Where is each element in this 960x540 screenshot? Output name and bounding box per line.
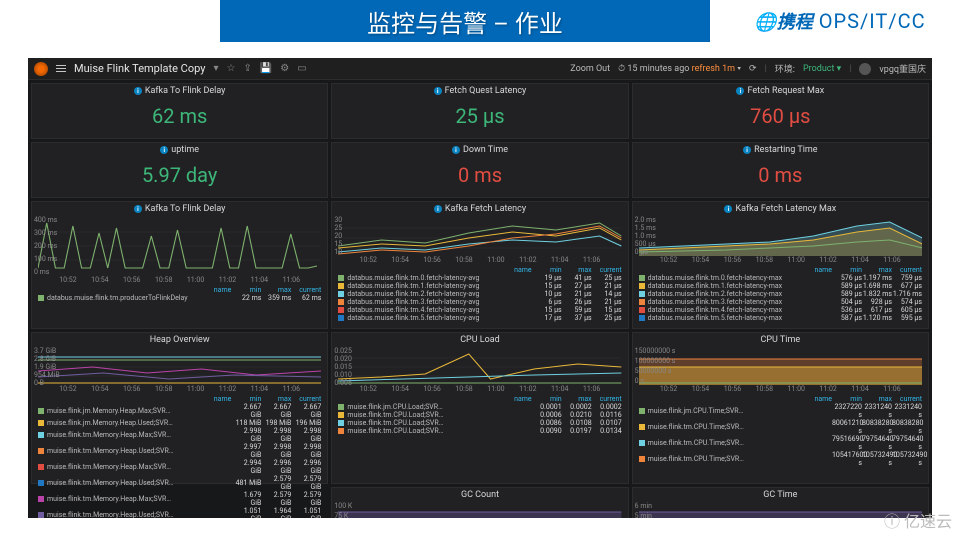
info-icon: i <box>724 205 732 213</box>
chart-fetch-max[interactable]: iKafka Fetch Latency Max 2.0 ms1.5 ms1.0… <box>632 201 929 329</box>
brand-area: 🌐携程 OPS/IT/CC <box>720 8 960 34</box>
dashboard-title[interactable]: Muise Flink Template Copy <box>74 62 205 75</box>
chart-fetch-latency[interactable]: iKafka Fetch Latency 3025201510 10:5210:… <box>331 201 628 329</box>
cpu-time-chart <box>639 349 922 385</box>
user-name: vpgq董国庆 <box>879 62 926 75</box>
menu-icon[interactable] <box>56 65 66 72</box>
gc-time-chart <box>639 504 922 518</box>
y-axis: 6 min5 min3 min2 min <box>635 502 652 518</box>
x-axis: 10:5210:5410:5610:5811:0011:0211:0411:06 <box>332 385 627 393</box>
share-icon[interactable]: ⇪ <box>243 63 251 74</box>
panel-fetch-max[interactable]: iFetch Request Max 760 µs <box>632 83 929 139</box>
grafana-dashboard: Muise Flink Template Copy ▾ ☆ ⇪ 💾 ⚙ ▭ Zo… <box>28 58 932 518</box>
y-axis: 0.0250.0200.0150.0100.005 <box>334 347 352 385</box>
x-axis: 10:5210:5410:5610:5811:0011:0211:0411:06 <box>633 256 928 264</box>
star-icon[interactable]: ☆ <box>226 63 235 74</box>
gc-count-chart <box>338 504 621 518</box>
legend: nameminmaxcurrentmuise.flink.jm.CPU.Load… <box>332 393 627 437</box>
x-axis: 10:5210:5410:5610:5811:0011:0211:0411:06 <box>633 385 928 393</box>
info-icon: i <box>134 87 142 95</box>
uptime-value: 5.97 day <box>32 157 327 193</box>
y-axis: 150000000 s100000000 s50000000 s0 s <box>635 347 676 385</box>
ops-label: OPS/IT/CC <box>819 9 926 33</box>
cpu-load-chart <box>338 349 621 385</box>
info-icon: i <box>434 87 442 95</box>
info-icon: i <box>736 87 744 95</box>
env-label: 环境: <box>775 62 795 75</box>
grafana-logo-icon[interactable] <box>34 62 48 76</box>
panel-downtime[interactable]: iDown Time 0 ms <box>331 142 628 198</box>
time-range[interactable]: ⏱ 15 minutes ago refresh 1m ▾ <box>618 64 741 74</box>
save-icon[interactable]: 💾 <box>260 63 272 74</box>
top-bar: Muise Flink Template Copy ▾ ☆ ⇪ 💾 ⚙ ▭ Zo… <box>28 58 932 80</box>
info-icon: i <box>434 205 442 213</box>
panel-uptime[interactable]: iuptime 5.97 day <box>31 142 328 198</box>
panel-kafka-delay[interactable]: iKafka To Flink Delay 62 ms <box>31 83 328 139</box>
kafka-delay-value: 62 ms <box>32 98 327 134</box>
info-icon: i <box>160 146 168 154</box>
fetch-latency-value: 25 µs <box>332 98 627 134</box>
panel-restarting[interactable]: iRestarting Time 0 ms <box>632 142 929 198</box>
x-axis: 10:5210:5410:5610:5811:0011:0211:0411:06 <box>332 256 627 264</box>
info-icon: i <box>743 146 751 154</box>
y-axis: 3.7 GiB2.8 GiB1.9 GiB954 MiB0 B <box>34 347 60 385</box>
y-axis: 100 K75 K50 K25 K <box>334 502 352 518</box>
refresh-icon[interactable]: ⟳ <box>749 64 757 74</box>
legend: nameminmaxcurrentmuise.flink.jm.CPU.Time… <box>633 393 928 469</box>
downtime-value: 0 ms <box>332 157 627 193</box>
multi-line-chart <box>338 218 621 256</box>
info-icon: i <box>134 205 142 213</box>
env-picker[interactable]: Product ▾ <box>803 64 841 74</box>
settings-icon[interactable]: ⚙ <box>280 63 289 74</box>
legend: nameminmaxcurrentdatabus.muise.flink.tm.… <box>633 264 928 324</box>
legend: nameminmaxcurrentmuise.flink.jm.Memory.H… <box>32 393 327 518</box>
y-axis: 2.0 ms1.5 ms1.0 ms500 µs0 µs <box>635 216 656 256</box>
y-axis: 3025201510 <box>334 216 342 256</box>
panel-fetch-latency[interactable]: iFetch Quest Latency 25 µs <box>331 83 628 139</box>
legend: nameminmaxcurrentdatabus.muise.flink.tm.… <box>332 264 627 324</box>
chart-kafka-delay[interactable]: iKafka To Flink Delay 400 ms300 ms200 ms… <box>31 201 328 329</box>
chart-gc-count[interactable]: GC Count 100 K75 K50 K25 K <box>331 487 628 518</box>
x-axis: 10:5210:5410:5610:5811:0011:0211:0411:06 <box>32 276 327 284</box>
legend: nameminmaxcurrentdatabus.muise.flink.tm.… <box>32 284 327 304</box>
chart-cpu-time[interactable]: CPU Time 150000000 s100000000 s50000000 … <box>632 332 929 484</box>
area-chart <box>639 218 922 256</box>
restarting-value: 0 ms <box>633 157 928 193</box>
chart-cpu-load[interactable]: CPU Load 0.0250.0200.0150.0100.005 10:52… <box>331 332 628 484</box>
slide-title: 监控与告警 – 作业 <box>220 0 710 42</box>
tv-icon[interactable]: ▭ <box>297 63 306 74</box>
info-icon: i <box>452 146 460 154</box>
heap-chart <box>38 349 321 385</box>
ctrip-logo: 🌐携程 <box>754 8 812 34</box>
y-axis: 400 ms300 ms200 ms100 ms0 ms <box>34 216 57 276</box>
x-axis: 10:5210:5410:5610:5811:0011:0211:0411:06 <box>32 385 327 393</box>
avatar[interactable] <box>859 63 871 75</box>
watermark: ⓘ 亿速云 <box>884 508 952 532</box>
zoom-out-button[interactable]: Zoom Out <box>570 64 610 74</box>
chart-heap[interactable]: Heap Overview 3.7 GiB2.8 GiB1.9 GiB954 M… <box>31 332 328 484</box>
fetch-max-value: 760 µs <box>633 98 928 134</box>
spiky-chart <box>38 218 321 276</box>
